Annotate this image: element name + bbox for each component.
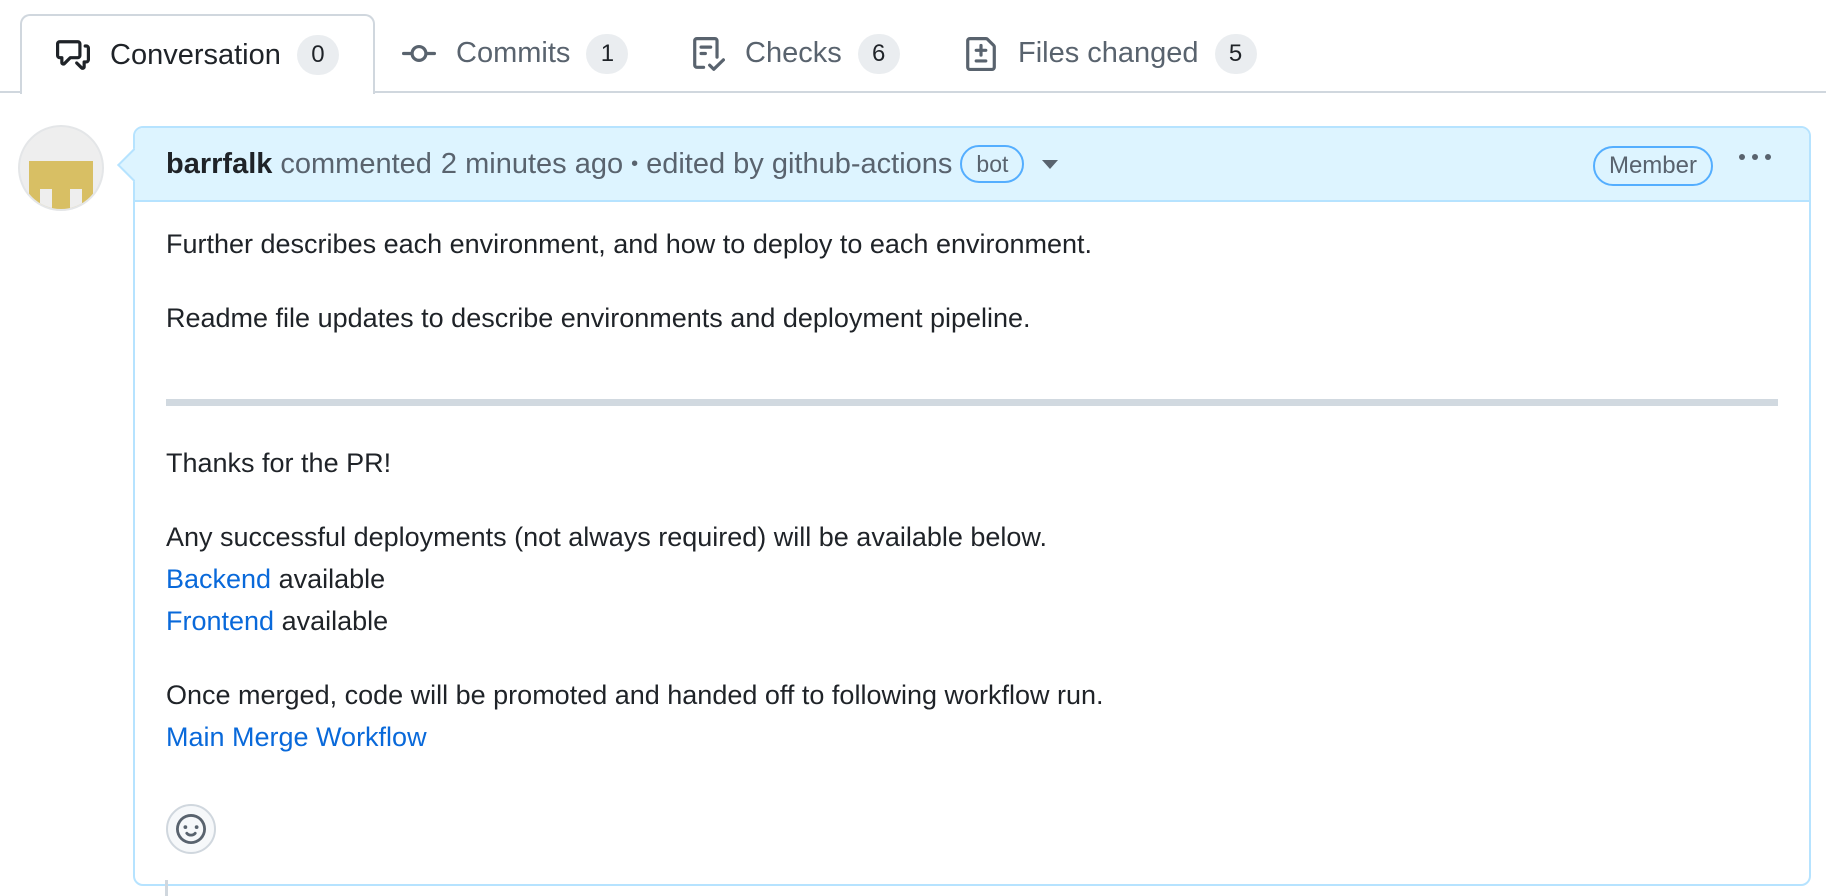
- frontend-link[interactable]: Frontend: [166, 606, 274, 636]
- tab-label: Files changed: [1018, 37, 1199, 69]
- timeline-line: [165, 880, 168, 896]
- tab-divider: [0, 91, 20, 93]
- main-merge-workflow-link[interactable]: Main Merge Workflow: [166, 722, 427, 752]
- comment-discussion-icon: [56, 40, 90, 70]
- backend-link[interactable]: Backend: [166, 564, 271, 594]
- smiley-icon: [176, 814, 206, 844]
- comment-author[interactable]: barrfalk: [166, 148, 272, 181]
- checklist-icon: [693, 36, 725, 71]
- git-commit-icon: [402, 44, 436, 62]
- backend-status: available: [271, 564, 386, 594]
- tab-counter: 6: [857, 33, 900, 74]
- comment-paragraph: Any successful deployments (not always r…: [166, 522, 1047, 552]
- tab-label: Checks: [745, 37, 842, 69]
- comment-paragraph: Readme file updates to describe environm…: [166, 303, 1031, 333]
- tab-counter: 0: [296, 35, 339, 75]
- tab-label: Commits: [456, 37, 571, 69]
- comment-paragraph: Thanks for the PR!: [166, 448, 392, 478]
- comment-card: barrfalk commented 2 minutes ago • edite…: [117, 126, 1811, 886]
- header-separator: •: [631, 152, 639, 175]
- kebab-menu-icon[interactable]: [1739, 154, 1771, 160]
- backend-line: Backend available: [166, 558, 385, 600]
- workflow-line: Main Merge Workflow: [166, 716, 427, 758]
- tab-counter: 1: [586, 33, 629, 74]
- comment-paragraph: Once merged, code will be promoted and h…: [166, 680, 1104, 710]
- tab-label: Conversation: [110, 38, 281, 71]
- add-reaction-button[interactable]: [166, 804, 216, 854]
- comment-header: barrfalk commented 2 minutes ago • edite…: [135, 128, 1809, 202]
- edited-by[interactable]: edited by github-actions: [646, 148, 952, 181]
- tab-files-changed[interactable]: Files changed 5: [930, 14, 1291, 93]
- member-badge: Member: [1592, 146, 1713, 186]
- comment-paragraph: Further describes each environment, and …: [166, 229, 1093, 259]
- tab-commits[interactable]: Commits 1: [368, 14, 662, 93]
- pr-tab-bar: Conversation 0 Commits 1 Checks 6 Files …: [0, 0, 1826, 94]
- identicon-icon: [29, 161, 93, 209]
- bot-badge: bot: [960, 145, 1025, 183]
- chevron-down-icon[interactable]: [1042, 159, 1059, 169]
- tab-counter: 5: [1214, 33, 1257, 74]
- file-diff-icon: [966, 36, 996, 71]
- comment-action: commented: [280, 147, 432, 180]
- avatar[interactable]: [18, 125, 104, 211]
- comment-timestamp[interactable]: 2 minutes ago: [441, 148, 623, 181]
- tab-conversation[interactable]: Conversation 0: [20, 14, 375, 94]
- frontend-line: Frontend available: [166, 600, 388, 642]
- tab-checks[interactable]: Checks 6: [657, 14, 934, 93]
- frontend-status: available: [274, 606, 389, 636]
- horizontal-rule: [166, 399, 1778, 406]
